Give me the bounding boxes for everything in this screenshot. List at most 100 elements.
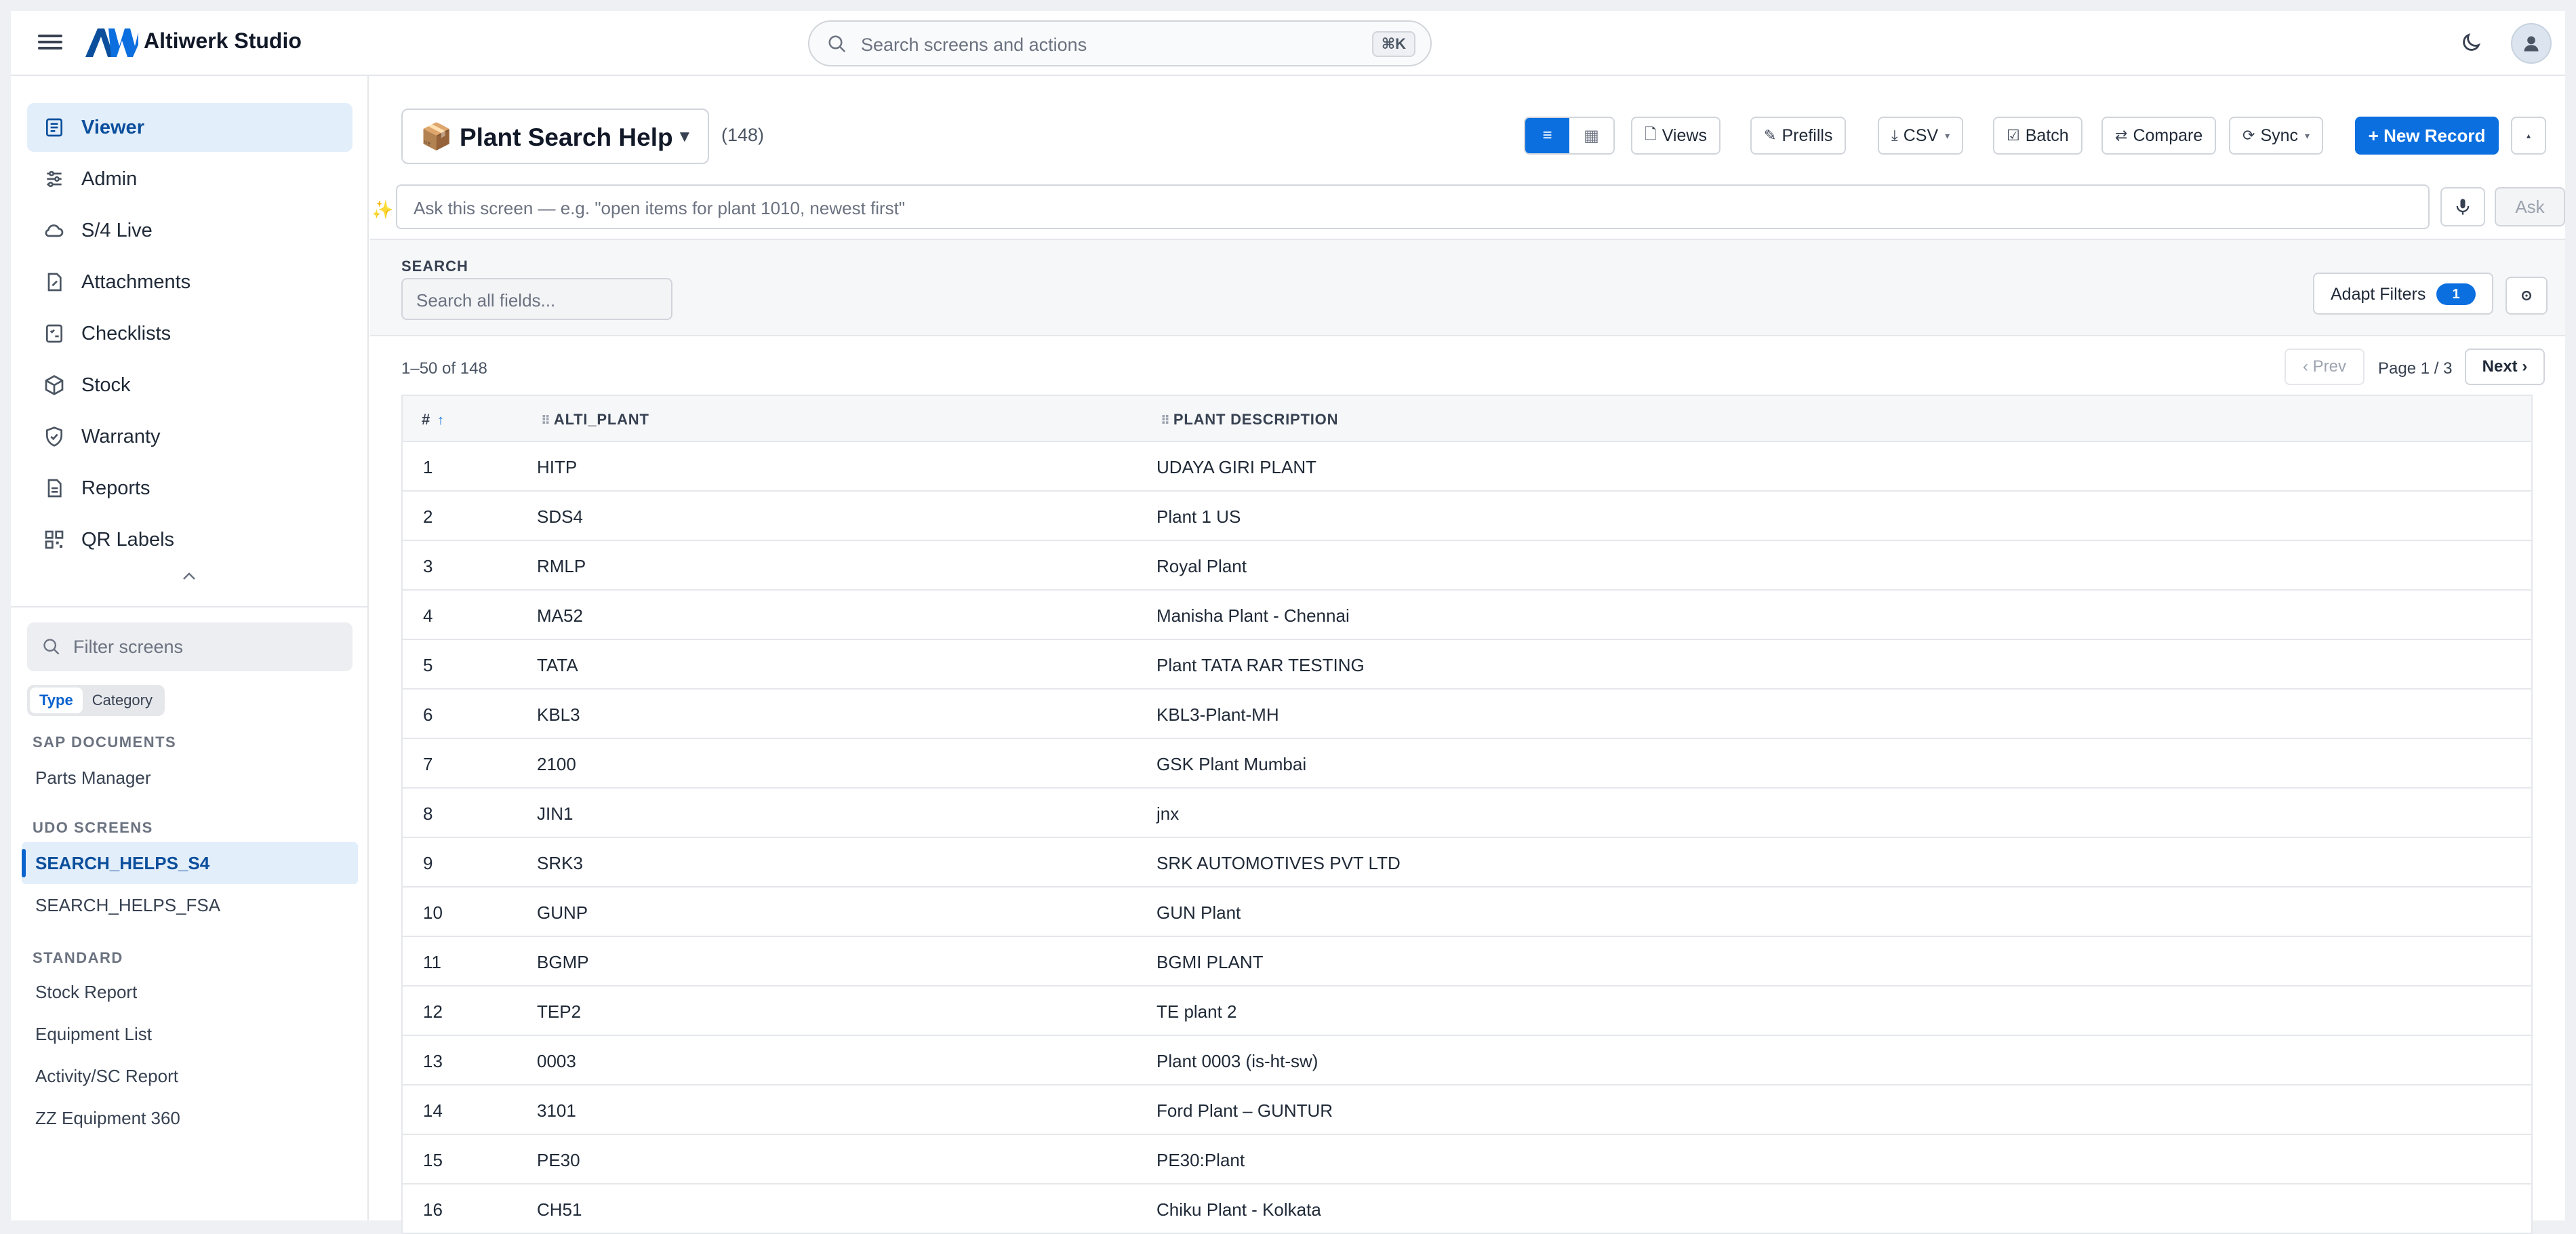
table-row[interactable]: 16 CH51 Chiku Plant - Kolkata	[401, 1185, 2533, 1234]
table-row[interactable]: 5TATAPlant TATA RAR TESTING	[401, 640, 2533, 690]
menu-icon[interactable]	[38, 31, 62, 56]
batch-button[interactable]: ☑Batch	[1993, 117, 2082, 155]
sidebar-item-label: Checklists	[81, 323, 171, 345]
screen-link-parts-manager[interactable]: Parts Manager	[35, 768, 151, 789]
table-row[interactable]: 9SRK3SRK AUTOMOTIVES PVT LTD	[401, 838, 2533, 888]
sidebar-item-checklists[interactable]: Checklists	[27, 309, 353, 358]
column-header-index[interactable]: #↑	[422, 411, 445, 429]
screen-title: Plant Search Help	[460, 123, 673, 152]
screen-link-zz-equipment-360[interactable]: ZZ Equipment 360	[35, 1108, 180, 1129]
cell-alti-plant: 3101	[537, 1100, 576, 1121]
cell-plant-description: jnx	[1156, 803, 1179, 824]
screen-link-equipment-list[interactable]: Equipment List	[35, 1024, 152, 1045]
table-row[interactable]: 6KBL3KBL3-Plant-MH	[401, 690, 2533, 739]
list-view-icon[interactable]: ≡	[1525, 118, 1569, 153]
cell-alti-plant: MA52	[537, 605, 583, 626]
compare-button[interactable]: ⇄Compare	[2101, 117, 2216, 155]
ask-input[interactable]: Ask this screen — e.g. "open items for p…	[396, 184, 2430, 229]
prefills-button[interactable]: ✎ Prefills	[1750, 117, 1846, 155]
adapt-filters-button[interactable]: Adapt Filters 1	[2313, 273, 2493, 315]
grid-view-icon[interactable]: ▦	[1569, 118, 1613, 153]
sidebar-item-stock[interactable]: Stock	[27, 361, 353, 410]
csv-button[interactable]: ⤓CSV▾	[1878, 117, 1963, 155]
sidebar-item-admin[interactable]: Admin	[27, 155, 353, 203]
sidebar-item-label: S/4 Live	[81, 220, 153, 242]
table-row[interactable]: 72100GSK Plant Mumbai	[401, 739, 2533, 789]
sidebar-item-label: Stock	[81, 374, 131, 397]
cell-alti-plant: GUNP	[537, 902, 588, 923]
global-search-input[interactable]: Search screens and actions ⌘K	[808, 20, 1432, 66]
sidebar-item-warranty[interactable]: Warranty	[27, 412, 353, 461]
compare-icon: ⇄	[2115, 127, 2127, 144]
sliders-icon	[43, 168, 65, 190]
table-row[interactable]: 12TEP2TE plant 2	[401, 987, 2533, 1036]
row-index: 10	[423, 902, 443, 923]
download-icon: ⤓	[1891, 127, 1898, 144]
sidebar-item-qr-labels[interactable]: QR Labels	[27, 515, 353, 564]
document-icon	[43, 117, 65, 138]
ask-placeholder: Ask this screen — e.g. "open items for p…	[414, 198, 905, 219]
drag-handle-icon[interactable]: ⠿	[541, 414, 551, 427]
cell-alti-plant: CH51	[537, 1199, 582, 1220]
search-label: SEARCH	[401, 258, 468, 275]
table-row[interactable]: 11BGMPBGMI PLANT	[401, 937, 2533, 987]
row-index: 5	[423, 655, 432, 676]
screen-link-search-helps-fsa[interactable]: SEARCH_HELPS_FSA	[35, 895, 220, 916]
sync-button[interactable]: ⟳Sync▾	[2229, 117, 2323, 155]
search-all-fields-input[interactable]: Search all fields...	[401, 278, 672, 320]
chevron-up-icon[interactable]	[182, 571, 197, 582]
table-row[interactable]: 143101Ford Plant – GUNTUR	[401, 1086, 2533, 1135]
prefills-label: Prefills	[1782, 126, 1832, 146]
section-title-udo: UDO SCREENS	[33, 819, 153, 837]
table-row[interactable]: 2SDS4Plant 1 US	[401, 492, 2533, 541]
column-header-plant-description[interactable]: ⠿PLANT DESCRIPTION	[1161, 411, 1338, 429]
sync-icon: ⟳	[2242, 127, 2255, 144]
row-index: 11	[423, 952, 441, 973]
filter-count-badge: 1	[2436, 283, 2476, 305]
column-header-alti-plant[interactable]: ⠿ALTI_PLANT	[541, 411, 649, 429]
prev-page-button[interactable]: ‹ Prev	[2285, 349, 2364, 385]
table-row[interactable]: 4MA52Manisha Plant - Chennai	[401, 591, 2533, 640]
row-index: 16	[423, 1199, 443, 1220]
section-title-standard: STANDARD	[33, 949, 123, 967]
microphone-button[interactable]	[2440, 187, 2485, 226]
drag-handle-icon[interactable]: ⠿	[1161, 414, 1171, 427]
screen-picker[interactable]: 📦 Plant Search Help ▼	[401, 108, 709, 164]
table-row[interactable]: 130003Plant 0003 (is-ht-sw)	[401, 1036, 2533, 1086]
search-icon	[827, 34, 847, 54]
table-row[interactable]: 10GUNPGUN Plant	[401, 888, 2533, 937]
screen-link-activity-sc-report[interactable]: Activity/SC Report	[35, 1066, 178, 1087]
user-avatar[interactable]	[2511, 23, 2552, 64]
sidebar-item-label: Admin	[81, 168, 137, 191]
sidebar-item-reports[interactable]: Reports	[27, 464, 353, 513]
views-button[interactable]: 🗋Views	[1631, 117, 1720, 155]
cell-plant-description: Chiku Plant - Kolkata	[1156, 1199, 1321, 1220]
more-actions-button[interactable]: ▴	[2511, 117, 2546, 155]
csv-label: CSV	[1904, 126, 1938, 146]
table-row[interactable]: 15PE30PE30:Plant	[401, 1135, 2533, 1185]
filter-settings-button[interactable]	[2505, 277, 2548, 315]
filter-screens-input[interactable]: Filter screens	[27, 622, 353, 671]
filter-panel: SEARCH Search all fields... Adapt Filter…	[370, 239, 2565, 336]
table-row[interactable]: 1HITPUDAYA GIRI PLANT	[401, 442, 2533, 492]
ask-button[interactable]: Ask	[2495, 187, 2565, 226]
table-row[interactable]: 3RMLPRoyal Plant	[401, 541, 2533, 591]
cell-alti-plant: 0003	[537, 1051, 576, 1072]
sidebar-item-viewer[interactable]: Viewer	[27, 103, 353, 152]
batch-label: Batch	[2026, 126, 2069, 146]
table-row[interactable]: 8JIN1jnx	[401, 789, 2533, 838]
group-by-type[interactable]: Type	[30, 688, 83, 713]
screen-link-search-helps-s4[interactable]: SEARCH_HELPS_S4	[22, 842, 358, 884]
sidebar-item-s4-live[interactable]: S/4 Live	[27, 206, 353, 255]
global-search-placeholder: Search screens and actions	[861, 35, 1087, 56]
cell-alti-plant: JIN1	[537, 803, 573, 824]
dark-mode-toggle-icon[interactable]	[2459, 31, 2482, 54]
screen-link-stock-report[interactable]: Stock Report	[35, 982, 137, 1003]
next-page-button[interactable]: Next ›	[2465, 349, 2545, 385]
pencil-icon: ✎	[1764, 127, 1776, 144]
group-by-toggle: Type Category	[27, 685, 165, 716]
new-record-button[interactable]: + New Record	[2355, 117, 2499, 155]
cell-alti-plant: KBL3	[537, 704, 580, 725]
group-by-category[interactable]: Category	[83, 688, 162, 713]
sidebar-item-attachments[interactable]: Attachments	[27, 258, 353, 306]
